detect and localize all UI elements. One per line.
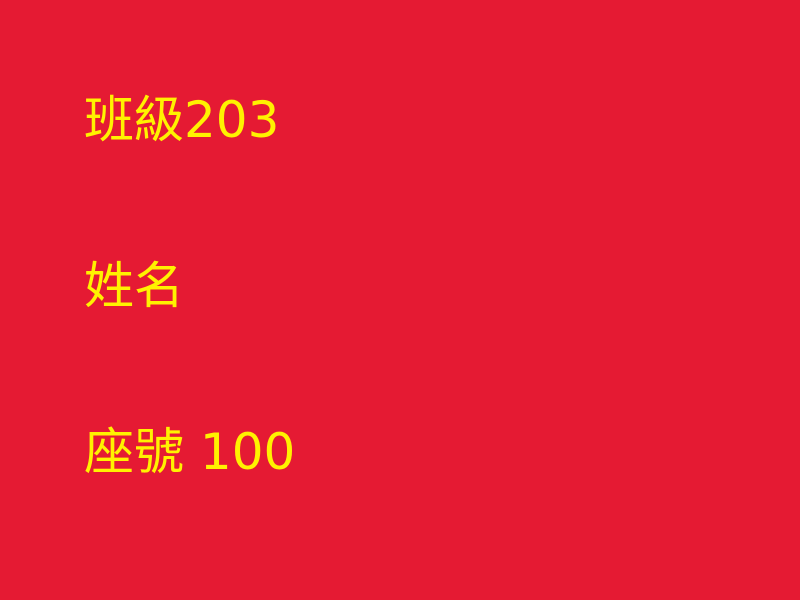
slide-canvas: 班級203 姓名 座號 100 [0, 0, 800, 600]
name-line: 姓名 [84, 257, 184, 315]
class-line: 班級203 [84, 91, 280, 149]
seat-number-line: 座號 100 [84, 423, 296, 481]
